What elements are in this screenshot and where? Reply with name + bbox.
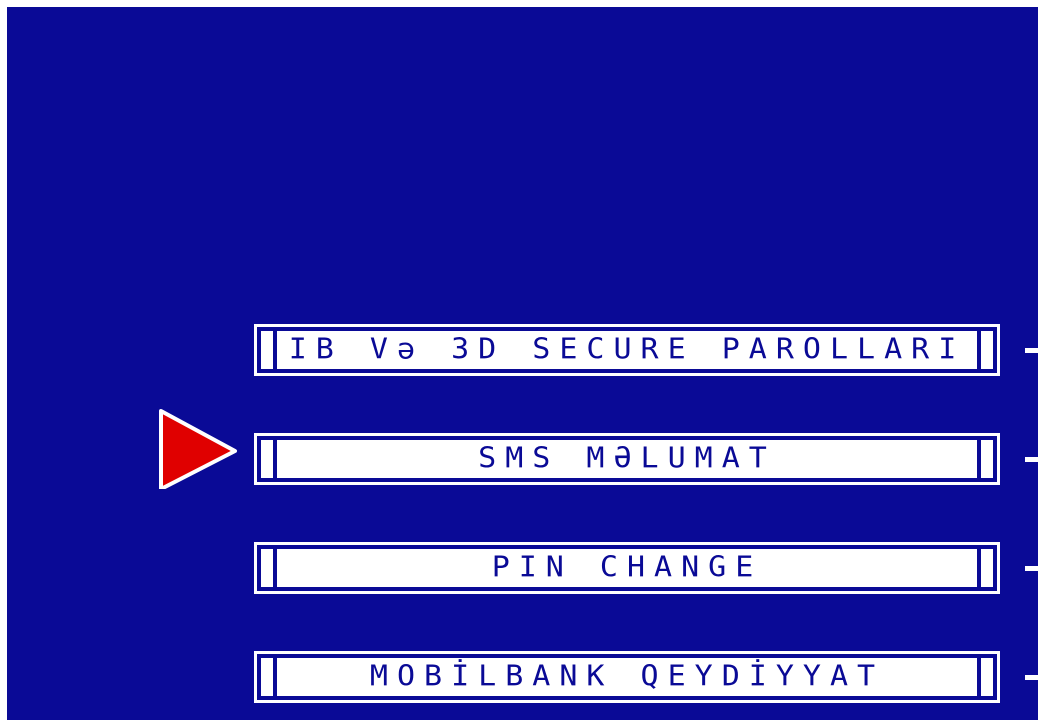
button-face: PIN CHANGE [277,549,977,587]
button-face: IB Və 3D SECURE PAROLLARI [277,331,977,369]
button-right-bar [981,440,993,478]
button-left-bar [261,440,273,478]
red-triangle-pointer-icon [159,409,237,489]
menu-button-ib-3d-secure-passwords[interactable]: IB Və 3D SECURE PAROLLARI [254,324,1000,376]
side-key-marker-4 [1025,675,1038,680]
button-face: MOBİLBANK QEYDİYYAT [277,658,977,696]
menu-button-label: PIN CHANGE [491,550,763,585]
side-key-marker-2 [1025,457,1038,462]
menu-button-sms-info[interactable]: SMS MƏLUMAT [254,433,1000,485]
button-face: SMS MƏLUMAT [277,440,977,478]
menu-button-pin-change[interactable]: PIN CHANGE [254,542,1000,594]
menu-button-label: MOBİLBANK QEYDİYYAT [369,659,885,694]
button-left-bar [261,658,273,696]
atm-screen: IB Və 3D SECURE PAROLLARI SMS MƏLUMAT PI… [7,7,1038,720]
side-key-marker-1 [1025,348,1038,353]
button-right-bar [981,331,993,369]
button-left-bar [261,331,273,369]
menu-button-label: SMS MƏLUMAT [478,441,776,476]
button-right-bar [981,549,993,587]
menu-button-mobilbank-registration[interactable]: MOBİLBANK QEYDİYYAT [254,651,1000,703]
button-left-bar [261,549,273,587]
button-right-bar [981,658,993,696]
side-key-marker-3 [1025,566,1038,571]
menu-button-label: IB Və 3D SECURE PAROLLARI [288,332,966,367]
